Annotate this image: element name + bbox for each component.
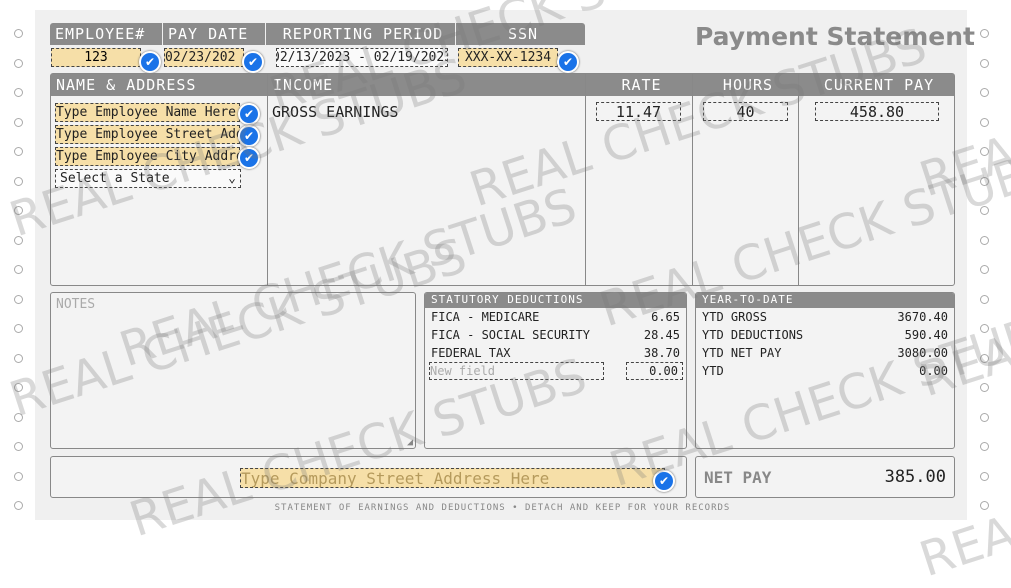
perforation-hole [980, 412, 989, 422]
perforation-hole [980, 383, 989, 392]
check-icon: ✔ [139, 51, 161, 73]
gross-earnings-label: GROSS EARNINGS [272, 103, 399, 121]
row-value: 38.70 [643, 346, 680, 360]
perforation-hole [980, 176, 989, 186]
perforation-hole [980, 235, 989, 245]
ytd-row: YTD 0.00 [696, 362, 954, 380]
header-ssn: SSN [456, 23, 585, 45]
header-pay-date: PAY DATE [163, 23, 265, 45]
row-label: YTD DEDUCTIONS [702, 328, 804, 342]
perforation-hole [980, 471, 989, 481]
header-rate: RATE [621, 76, 662, 94]
pay-date-input[interactable]: 02/23/202 [164, 48, 244, 67]
perforation-hole [14, 471, 23, 481]
row-label: FICA - SOCIAL SECURITY [431, 328, 590, 342]
employee-city-input[interactable]: Type Employee City Address [55, 147, 240, 166]
perforation-hole [14, 265, 23, 274]
perforation-hole [980, 206, 989, 215]
check-icon: ✔ [238, 125, 260, 147]
net-pay-label: NET PAY [704, 467, 772, 487]
perforation-hole [14, 294, 23, 304]
new-deduction-name-input[interactable]: New field [429, 362, 604, 380]
row-value: 0.00 [919, 364, 948, 378]
perforation-hole [14, 501, 23, 510]
state-select-value: Select a State [60, 171, 170, 186]
deductions-title: STATUTORY DEDUCTIONS [425, 293, 686, 308]
rate-input[interactable]: 11.47 [596, 102, 681, 121]
ytd-row: YTD DEDUCTIONS 590.40 [696, 326, 954, 344]
page-title: Payment Statement [695, 22, 975, 51]
resize-handle-icon[interactable]: ◢ [407, 437, 413, 448]
perforation-hole [14, 88, 23, 97]
perforation-hole [980, 88, 989, 97]
perforation-hole [980, 353, 989, 363]
check-icon: ✔ [653, 470, 675, 492]
header-employee-no: EMPLOYEE# [50, 23, 162, 45]
perforation-hole [980, 265, 989, 274]
header-income: INCOME [273, 76, 334, 94]
net-pay-section: NET PAY 385.00 [695, 456, 955, 498]
perforation-hole [14, 206, 23, 215]
notes-textarea[interactable]: NOTES ◢ [50, 292, 416, 449]
row-label: YTD [702, 364, 724, 378]
row-label: FICA - MEDICARE [431, 310, 540, 324]
perforation-hole [14, 383, 23, 392]
perforation-hole [14, 324, 23, 333]
perforation-hole [980, 294, 989, 304]
check-icon: ✔ [557, 51, 579, 73]
perforation-hole [980, 442, 989, 451]
header-hours: HOURS [722, 76, 774, 94]
ssn-input[interactable]: XXX-XX-1234 [458, 48, 558, 67]
perforation-hole [980, 58, 989, 68]
perforation-hole [14, 58, 23, 68]
net-pay-value: 385.00 [884, 467, 946, 487]
header-reporting-period: REPORTING PERIOD [266, 23, 455, 45]
row-label: YTD NET PAY [702, 346, 782, 360]
employee-street-input[interactable]: Type Employee Street Address [55, 125, 240, 144]
perforation-hole [980, 324, 989, 333]
perforation-hole [14, 412, 23, 422]
header-name-address: NAME & ADDRESS [56, 76, 197, 94]
employee-number-input[interactable] [51, 48, 141, 67]
check-icon: ✔ [242, 51, 264, 73]
perforation-hole [14, 176, 23, 186]
header-current-pay: CURRENT PAY [823, 76, 935, 94]
current-pay-input[interactable]: 458.80 [815, 102, 939, 121]
perforation-hole [980, 501, 989, 510]
ytd-row: YTD GROSS 3670.40 [696, 308, 954, 326]
perforation-hole [980, 117, 989, 127]
perforation-hole [14, 442, 23, 451]
perforation-hole [14, 353, 23, 363]
row-label: YTD GROSS [702, 310, 768, 324]
check-icon: ✔ [238, 147, 260, 169]
row-value: 3080.00 [897, 346, 948, 360]
deductions-row: FEDERAL TAX 38.70 [425, 344, 686, 362]
row-value: 3670.40 [897, 310, 948, 324]
perforation-hole [980, 29, 989, 38]
footer-text: STATEMENT OF EARNINGS AND DEDUCTIONS • D… [274, 503, 731, 513]
deductions-row: FICA - SOCIAL SECURITY 28.45 [425, 326, 686, 344]
perforation-hole [14, 235, 23, 245]
ytd-row: YTD NET PAY 3080.00 [696, 344, 954, 362]
deductions-row: FICA - MEDICARE 6.65 [425, 308, 686, 326]
perforation-hole [14, 117, 23, 127]
chevron-down-icon: ⌄ [228, 171, 236, 186]
reporting-period-input[interactable]: 02/13/2023 - 02/19/2023 [276, 48, 448, 67]
perforation-hole [980, 147, 989, 156]
row-value: 6.65 [651, 310, 680, 324]
new-deduction-value-input[interactable]: 0.00 [626, 362, 683, 380]
ytd-title: YEAR-TO-DATE [696, 293, 954, 308]
ytd-section: YEAR-TO-DATE YTD GROSS 3670.40 YTD DEDUCTI… [695, 292, 955, 449]
employee-name-input[interactable]: Type Employee Name Here [55, 103, 240, 122]
row-value: 28.45 [643, 328, 680, 342]
hours-input[interactable]: 40 [703, 102, 788, 121]
perforation-hole [14, 29, 23, 38]
notes-placeholder: NOTES [56, 297, 96, 312]
row-label: FEDERAL TAX [431, 346, 511, 360]
company-address-input[interactable]: Type Company Street Address Here [240, 468, 665, 488]
check-icon: ✔ [238, 103, 260, 125]
state-select[interactable]: Select a State ⌄ [55, 169, 241, 188]
perforation-hole [14, 147, 23, 156]
row-value: 590.40 [904, 328, 948, 342]
